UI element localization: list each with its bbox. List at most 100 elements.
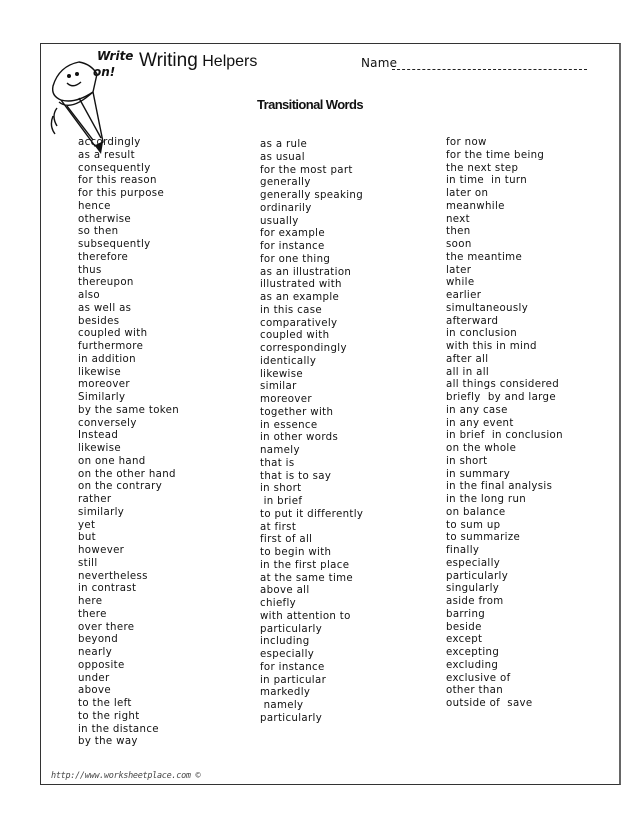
word-item: with attention to: [260, 610, 351, 622]
worksheet: Write on! Writing Helpers Name Transitio…: [40, 43, 621, 785]
word-item: likewise: [78, 443, 122, 454]
word-item: as an example: [260, 292, 340, 303]
word-item: as a result: [78, 149, 135, 161]
word-item: later: [446, 264, 472, 276]
title-helpers: Helpers: [202, 53, 258, 70]
word-item: coupled with: [78, 328, 148, 340]
word-item: especially: [446, 557, 501, 569]
name-field-line[interactable]: [392, 69, 587, 70]
word-item: with this in mind: [446, 341, 537, 352]
word-item: in particular: [260, 674, 327, 686]
word-item: in the distance: [78, 723, 159, 735]
word-item: on one hand: [78, 455, 146, 467]
word-item: for one thing: [260, 253, 331, 265]
word-item: in time in turn: [446, 175, 528, 187]
word-item: namely: [260, 700, 304, 711]
word-item: while: [446, 277, 475, 289]
word-item: on the contrary: [78, 481, 163, 493]
word-item: as a rule: [260, 139, 308, 150]
word-item: in summary: [446, 468, 511, 480]
word-item: rather: [78, 494, 112, 505]
word-item: similar: [260, 381, 297, 393]
word-item: generally: [260, 177, 311, 189]
word-item: that is to say: [260, 470, 332, 482]
word-item: correspondingly: [260, 343, 347, 354]
word-item: for example: [260, 228, 325, 240]
word-item: beyond: [78, 634, 119, 646]
word-item: however: [78, 545, 125, 556]
word-list-column-3: for now for the time being the next step in…: [446, 137, 563, 711]
word-item: moreover: [260, 394, 312, 405]
page-title: Writing Helpers: [139, 50, 257, 72]
word-item: afterward: [446, 315, 499, 327]
word-item: in the first place: [260, 559, 350, 571]
word-item: in any event: [446, 417, 514, 429]
word-item: there: [78, 608, 107, 620]
word-item: as an illustration: [260, 266, 352, 278]
word-item: on the other hand: [78, 468, 176, 480]
word-item: above: [78, 685, 111, 697]
title-writing: Writing: [139, 50, 198, 71]
word-item: together with: [260, 406, 334, 418]
word-item: as well as: [78, 302, 132, 314]
word-item: furthermore: [78, 341, 144, 352]
word-item: illustrated with: [260, 279, 342, 291]
word-item: especially: [260, 649, 315, 660]
word-item: therefore: [78, 251, 129, 263]
word-item: for now: [446, 137, 487, 148]
word-item: next: [446, 213, 470, 225]
word-item: at first: [260, 521, 297, 533]
word-item: thus: [78, 264, 102, 276]
word-item: at the same time: [260, 572, 354, 584]
word-item: in other words: [260, 432, 339, 444]
word-item: to begin with: [260, 547, 332, 558]
word-item: except: [446, 634, 483, 646]
word-item: in short: [260, 483, 302, 495]
word-item: in contrast: [78, 583, 137, 595]
word-item: particularly: [260, 712, 323, 724]
word-item: chiefly: [260, 598, 297, 609]
word-item: over there: [78, 621, 135, 633]
word-item: so then: [78, 226, 119, 238]
word-item: opposite: [78, 659, 125, 671]
footer-url: http://www.worksheetplace.com ©: [51, 771, 201, 781]
word-item: here: [78, 596, 103, 607]
word-item: briefly by and large: [446, 392, 556, 403]
word-list-column-1: accordingly as a result consequently for th…: [78, 137, 179, 749]
word-item: then: [446, 226, 471, 238]
word-item: that is: [260, 457, 295, 469]
word-item: on balance: [446, 506, 506, 518]
word-item: consequently: [78, 162, 151, 174]
word-item: outside of save: [446, 698, 533, 709]
word-item: ordinarily: [260, 202, 312, 214]
word-item: barring: [446, 608, 486, 620]
word-item: Instead: [78, 430, 119, 442]
word-list-column-2: as a rule as usual for the most part genera…: [260, 139, 363, 726]
word-item: in this case: [260, 304, 322, 316]
word-item: conversely: [78, 417, 137, 429]
word-item: in brief: [260, 496, 303, 507]
word-item: particularly: [260, 623, 323, 635]
word-item: similarly: [78, 506, 125, 518]
word-item: besides: [78, 315, 120, 327]
logo-text-write: Write: [97, 49, 133, 63]
word-item: in any case: [446, 404, 508, 416]
word-item: in the final analysis: [446, 481, 553, 493]
word-item: accordingly: [78, 137, 141, 148]
word-item: soon: [446, 239, 472, 250]
logo-text-on: on!: [93, 65, 115, 79]
word-item: in short: [446, 455, 488, 467]
word-item: excluding: [446, 659, 499, 671]
word-item: comparatively: [260, 317, 338, 329]
word-item: to put it differently: [260, 508, 364, 520]
word-item: also: [78, 290, 101, 301]
word-item: first of all: [260, 534, 313, 546]
word-item: in essence: [260, 419, 318, 431]
word-item: including: [260, 636, 310, 648]
word-item: earlier: [446, 290, 482, 301]
word-item: all things considered: [446, 379, 560, 391]
word-item: for instance: [260, 241, 325, 252]
word-item: to summarize: [446, 532, 521, 544]
word-item: but: [78, 532, 96, 544]
word-item: thereupon: [78, 277, 134, 289]
